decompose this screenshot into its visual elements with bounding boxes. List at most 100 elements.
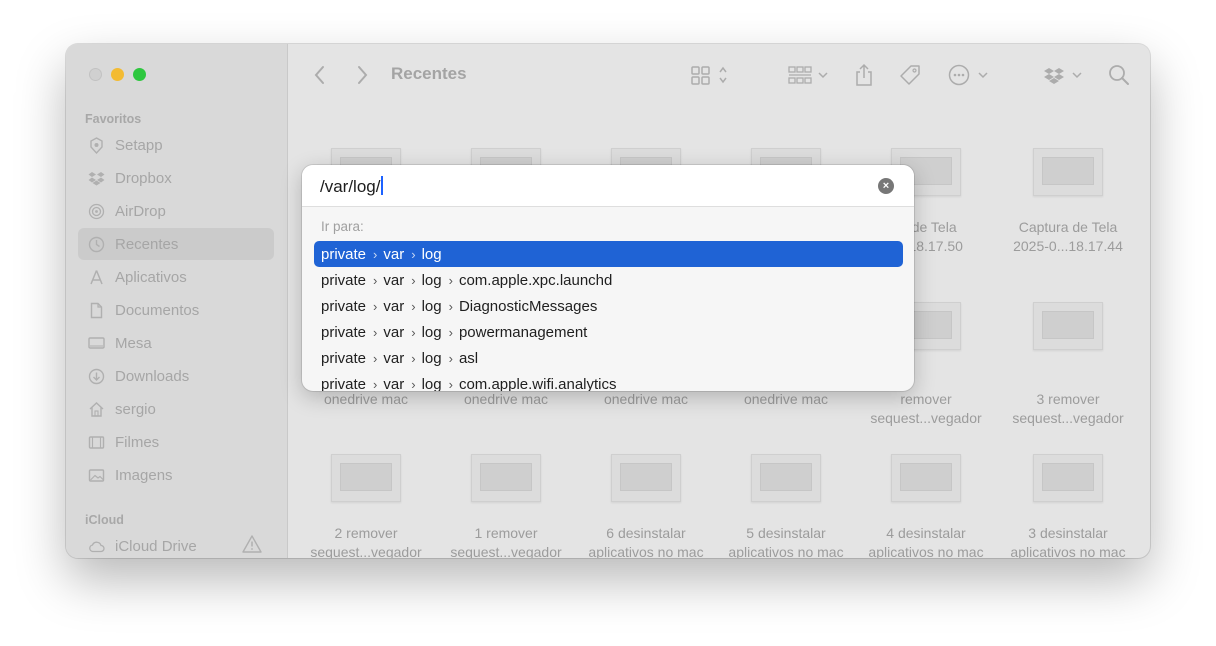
path-suggestion[interactable]: private › var › log › com.apple.xpc.launchd [314,267,903,293]
sidebar-item-setapp[interactable]: Setapp [78,129,274,161]
file-thumbnail [611,454,681,502]
file-name-line1: 2 remover [334,525,398,541]
setapp-icon [88,136,105,154]
chevron-right-icon: › [448,324,453,340]
sidebar-item-downloads[interactable]: Downloads [78,360,274,392]
share-icon [856,63,872,86]
window-controls [89,68,146,81]
file-item[interactable] [998,302,1138,350]
sidebar-item-sergio[interactable]: sergio [78,393,274,425]
path-segment: powermanagement [458,323,588,341]
file-name: onedrive mac [296,390,436,409]
group-button[interactable] [788,63,830,87]
path-segment: com.apple.xpc.launchd [458,271,613,289]
chevron-right-icon: › [373,246,378,262]
back-button[interactable] [314,63,326,87]
sidebar-item-airdrop[interactable]: AirDrop [78,195,274,227]
dropbox-toolbar-button[interactable] [1044,63,1086,87]
path-suggestion[interactable]: private › var › log › com.apple.wifi.analytics [314,371,903,392]
file-name-line2: aplicativos no mac [868,544,984,558]
sidebar-item-mesa[interactable]: Mesa [78,327,274,359]
file-name-line2: sequest...vegador [1012,410,1124,426]
sidebar-item-dropbox[interactable]: Dropbox [78,162,274,194]
path-segment: var [383,245,405,263]
file-thumbnail [891,454,961,502]
favorites-section-title: Favoritos [85,112,142,126]
file-name-line2: aplicativos no mac [588,544,704,558]
path-suggestion[interactable]: private › var › log [314,241,903,267]
path-segment: private [321,271,367,289]
file-name: onedrive mac [576,390,716,409]
sidebar-item-aplicativos[interactable]: Aplicativos [78,261,274,293]
toolbar: Recentes [288,44,1150,106]
file-name: 4 desinstalar aplicativos no mac [856,524,996,558]
text-caret [381,176,384,195]
chevron-right-icon: › [448,298,453,314]
minimize-window-button[interactable] [111,68,124,81]
path-segment: var [383,323,405,341]
path-segment: asl [458,349,479,367]
file-name: 3 remover sequest...vegador [998,390,1138,428]
path-suggestion[interactable]: private › var › log › asl [314,345,903,371]
path-segment: log [421,271,442,289]
path-segment: var [383,297,405,315]
path-suggestion[interactable]: private › var › log › powermanagement [314,319,903,345]
path-segment: com.apple.wifi.analytics [458,375,617,392]
home-icon [88,401,105,418]
forward-button[interactable] [356,63,368,87]
file-name: Captura de Tela 2025-0...18.17.44 [998,218,1138,256]
sidebar-item-label: Aplicativos [115,268,187,286]
warning-icon [242,535,262,557]
path-segment: log [421,375,442,392]
chevron-right-icon: › [411,376,416,392]
chevron-right-icon: › [411,298,416,314]
sidebar-item-imagens[interactable]: Imagens [78,459,274,491]
sidebar-item-filmes[interactable]: Filmes [78,426,274,458]
path-segment: private [321,375,367,392]
clear-input-button[interactable]: × [878,178,894,194]
sidebar-item-label: Filmes [115,433,160,451]
share-button[interactable] [854,63,874,87]
sidebar-item-documentos[interactable]: Documentos [78,294,274,326]
tag-button[interactable] [898,63,922,87]
sidebar-item-recentes[interactable]: Recentes [78,228,274,260]
file-item[interactable] [716,454,856,502]
file-name-line1: Captura de Tela [1018,219,1118,235]
file-thumbnail [1033,302,1103,350]
file-item[interactable] [856,454,996,502]
path-segment: log [421,349,442,367]
path-suggestion[interactable]: private › var › log › DiagnosticMessages [314,293,903,319]
path-segment: private [321,349,367,367]
go-to-folder-dialog: /var/log/ × Ir para: private › var › log priv… [302,165,914,391]
chevron-right-icon: › [411,324,416,340]
close-window-button[interactable] [89,68,102,81]
sidebar-item-label: AirDrop [115,202,166,220]
search-button[interactable] [1108,63,1130,87]
file-item[interactable] [296,454,436,502]
download-icon [88,368,105,385]
file-name: remover sequest...vegador [856,390,996,428]
path-segment: var [383,375,405,392]
file-item[interactable] [998,454,1138,502]
file-name-line2: aplicativos no mac [728,544,844,558]
image-icon [88,467,105,484]
file-item[interactable] [576,454,716,502]
file-item[interactable] [436,454,576,502]
airdrop-icon [88,203,105,220]
more-actions-button[interactable] [948,63,994,87]
search-icon [1109,65,1129,85]
file-thumbnail [471,454,541,502]
sidebar-item-label: iCloud Drive [115,537,197,555]
path-segment: private [321,323,367,341]
desktop-icon [88,335,105,352]
sidebar-item-label: Recentes [115,235,179,253]
document-icon [88,302,105,319]
sidebar-item-icloud-drive[interactable]: iCloud Drive [78,530,274,558]
path-input[interactable]: /var/log/ × [302,165,914,207]
zoom-window-button[interactable] [133,68,146,81]
path-segment: var [383,271,405,289]
chevron-right-icon: › [448,272,453,288]
path-segment: log [421,323,442,341]
file-item[interactable] [998,148,1138,196]
view-mode-button[interactable] [691,63,731,87]
